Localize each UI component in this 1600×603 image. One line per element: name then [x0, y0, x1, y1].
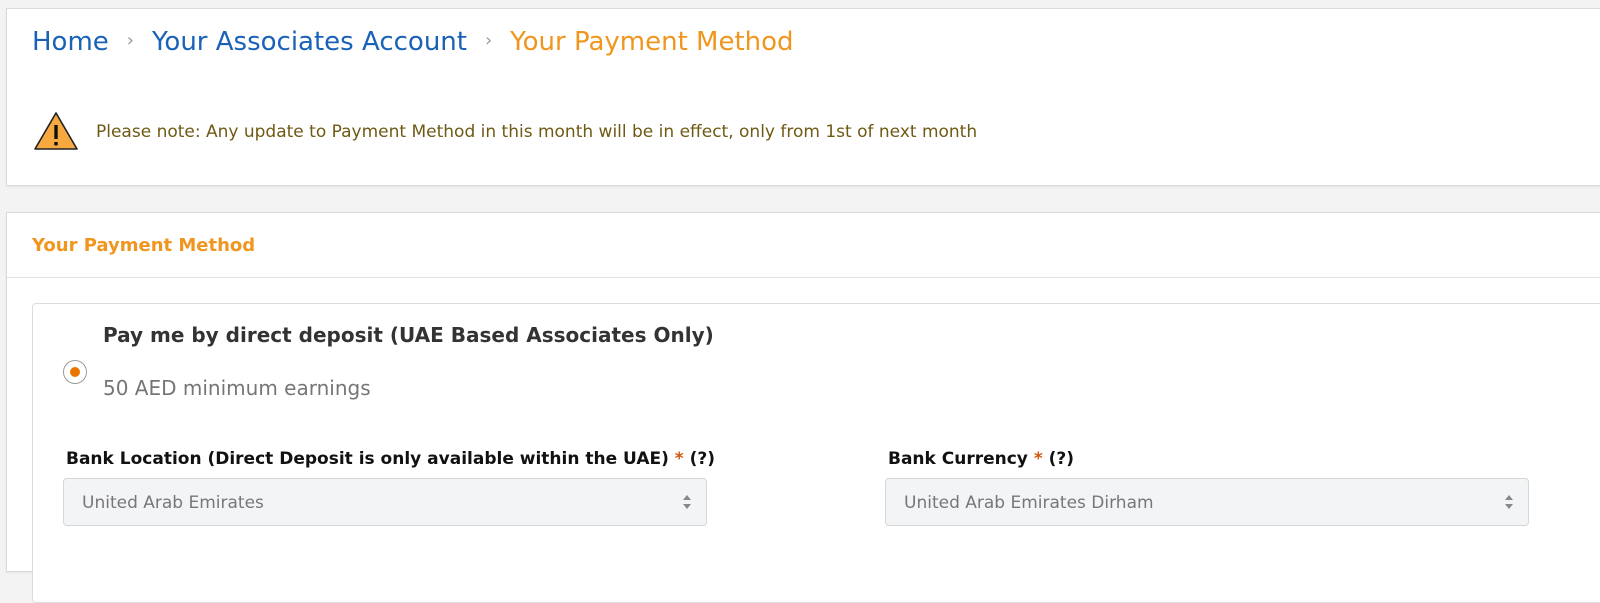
header-panel: Home › Your Associates Account › Your Paymen…: [6, 8, 1600, 186]
bank-location-help-link[interactable]: (?): [690, 449, 715, 469]
option-minimum-earnings: 50 AED minimum earnings: [103, 376, 371, 400]
bank-location-select[interactable]: United Arab Emirates: [63, 478, 707, 526]
bank-currency-label: Bank Currency * (?): [888, 449, 1074, 469]
breadcrumb-home-link[interactable]: Home: [32, 27, 109, 57]
payment-method-header: Your Payment Method: [7, 213, 1600, 278]
breadcrumb-account-link[interactable]: Your Associates Account: [152, 27, 467, 57]
breadcrumb-current-page: Your Payment Method: [510, 27, 794, 57]
notice-text: Please note: Any update to Payment Metho…: [96, 122, 978, 142]
bank-currency-label-text: Bank Currency: [888, 449, 1028, 469]
direct-deposit-radio[interactable]: [63, 360, 87, 384]
radio-selected-dot: [70, 367, 80, 377]
breadcrumb-separator-icon: ›: [126, 30, 134, 51]
bank-location-label-text: Bank Location (Direct Deposit is only av…: [66, 449, 669, 469]
bank-currency-select[interactable]: United Arab Emirates Dirham: [885, 478, 1529, 526]
bank-currency-help-link[interactable]: (?): [1049, 449, 1074, 469]
breadcrumb: Home › Your Associates Account › Your Paymen…: [32, 27, 794, 57]
breadcrumb-separator-icon: ›: [484, 30, 493, 51]
select-arrows-icon: [1504, 492, 1514, 512]
payment-method-panel: Your Payment Method Pay me by direct dep…: [6, 212, 1600, 603]
direct-deposit-option: Pay me by direct deposit (UAE Based Asso…: [32, 303, 1600, 603]
bank-location-value: United Arab Emirates: [82, 493, 264, 513]
required-mark: *: [674, 449, 684, 469]
warning-icon: [34, 112, 78, 150]
required-mark: *: [1033, 449, 1043, 469]
section-title: Your Payment Method: [32, 235, 256, 256]
bank-currency-value: United Arab Emirates Dirham: [904, 493, 1154, 513]
select-arrows-icon: [682, 492, 692, 512]
bank-location-label: Bank Location (Direct Deposit is only av…: [66, 449, 715, 469]
option-title: Pay me by direct deposit (UAE Based Asso…: [103, 323, 714, 347]
